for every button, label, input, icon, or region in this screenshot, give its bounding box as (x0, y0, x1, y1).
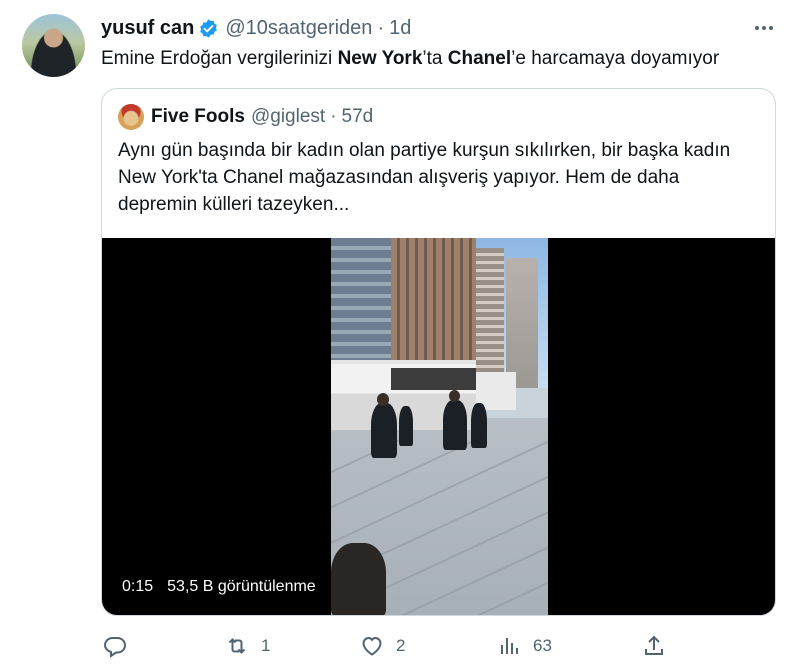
analytics-icon (501, 638, 518, 654)
video-views: 53,5 B görüntülenme (167, 578, 316, 595)
tweet-text-bold: Chanel (447, 48, 512, 69)
separator-dot: · (377, 16, 385, 39)
video-stats: 0:15 53,5 B görüntülenme (114, 573, 324, 601)
tweet[interactable]: yusuf can @10saatgeriden · 1d Emine Erdo… (0, 0, 800, 672)
more-options-icon[interactable] (748, 18, 780, 38)
like-count: 2 (396, 636, 406, 655)
reply-button[interactable] (103, 631, 139, 661)
tweet-text-part: ’ta (422, 48, 448, 69)
share-button[interactable] (642, 631, 666, 661)
views-button[interactable]: 63 (497, 631, 552, 661)
quote-header: Five Fools @giglest · 57d (118, 104, 373, 130)
quote-author-name: Five Fools (151, 106, 245, 127)
author-handle[interactable]: @10saatgeriden (225, 17, 372, 40)
reply-icon (103, 637, 127, 658)
tweet-header: yusuf can @10saatgeriden · 1d (101, 15, 411, 41)
like-icon (362, 636, 382, 656)
views-count: 63 (533, 636, 552, 655)
tweet-text-part: ’e harcamaya doyamıyor (511, 48, 720, 69)
quote-text: Aynı gün başında bir kadın olan partiye … (118, 140, 731, 215)
author-name[interactable]: yusuf can (101, 17, 194, 40)
tweet-text: Emine Erdoğan vergilerinizi New York’ta … (101, 47, 719, 71)
action-bar: 1 2 63 (101, 631, 681, 661)
video-thumbnail (331, 238, 548, 615)
tweet-timestamp[interactable]: 1d (389, 17, 411, 40)
quote-author-avatar (118, 104, 144, 130)
verified-badge-icon[interactable] (198, 18, 219, 39)
retweet-count: 1 (261, 636, 271, 655)
tweet-text-bold: New York (337, 48, 423, 69)
quote-author-handle: @giglest (250, 106, 326, 127)
tweet-text-part: Emine Erdoğan vergilerinizi (101, 48, 338, 69)
retweet-icon (228, 638, 246, 654)
quote-timestamp: 57d (341, 106, 374, 127)
like-button[interactable]: 2 (360, 631, 405, 661)
separator-dot: · (330, 106, 337, 127)
share-icon (645, 635, 663, 655)
video-player[interactable]: 0:15 53,5 B görüntülenme (102, 238, 775, 615)
author-avatar[interactable] (22, 14, 85, 77)
video-duration: 0:15 (122, 578, 154, 595)
quoted-tweet[interactable]: Five Fools @giglest · 57d Aynı gün başın… (101, 88, 776, 616)
retweet-button[interactable]: 1 (225, 631, 270, 661)
